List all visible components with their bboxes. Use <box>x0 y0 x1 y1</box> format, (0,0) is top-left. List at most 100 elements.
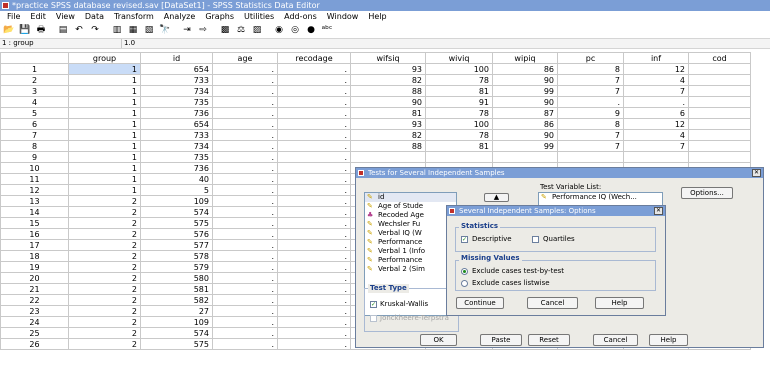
list-item[interactable]: ✎ Verbal 1 (Info <box>365 247 456 256</box>
data-cell[interactable] <box>557 151 624 163</box>
jonckheere-terpstra-checkbox[interactable] <box>370 315 377 322</box>
row-number[interactable]: 9 <box>0 151 69 163</box>
data-cell[interactable]: 82 <box>350 129 426 141</box>
data-cell[interactable]: 90 <box>350 96 426 108</box>
column-header-wiviq[interactable]: wiviq <box>425 52 493 64</box>
data-cell[interactable]: 2 <box>68 261 141 273</box>
move-variable-button[interactable]: ▲ <box>484 193 509 202</box>
data-cell[interactable]: . <box>212 184 278 196</box>
row-number[interactable]: 10 <box>0 162 69 174</box>
data-cell[interactable]: 7 <box>557 140 624 152</box>
data-cell[interactable]: . <box>277 184 351 196</box>
continue-button[interactable]: Continue <box>456 297 504 309</box>
show-all-variables-icon[interactable]: ● <box>304 25 318 37</box>
data-cell[interactable]: . <box>277 250 351 262</box>
data-cell[interactable]: 2 <box>68 283 141 295</box>
data-cell[interactable]: 1 <box>68 151 141 163</box>
exclude-listwise-radio[interactable] <box>461 280 468 287</box>
data-cell[interactable]: 100 <box>425 118 493 130</box>
list-item[interactable]: ✎ Verbal 2 (Sim <box>365 265 456 274</box>
data-cell[interactable]: 735 <box>140 151 213 163</box>
row-number[interactable]: 18 <box>0 250 69 262</box>
data-cell[interactable]: 733 <box>140 74 213 86</box>
data-cell[interactable]: 4 <box>623 74 689 86</box>
data-cell[interactable]: 12 <box>623 63 689 75</box>
close-icon[interactable]: ✕ <box>654 207 663 215</box>
row-number[interactable]: 23 <box>0 305 69 317</box>
data-cell[interactable] <box>688 118 751 130</box>
data-cell[interactable]: 2 <box>68 294 141 306</box>
row-number[interactable]: 13 <box>0 195 69 207</box>
data-cell[interactable] <box>623 151 689 163</box>
data-cell[interactable]: 1 <box>68 162 141 174</box>
data-cell[interactable]: . <box>277 272 351 284</box>
data-cell[interactable]: 81 <box>425 85 493 97</box>
data-cell[interactable]: . <box>212 118 278 130</box>
cell-value-input[interactable]: 1.0 <box>121 39 761 48</box>
list-item[interactable]: ✎ Verbal IQ (W <box>365 229 456 238</box>
data-cell[interactable]: 8 <box>557 63 624 75</box>
insert-variable-icon[interactable]: ⇨ <box>196 25 210 37</box>
list-item[interactable]: ✎ Performance <box>365 256 456 265</box>
data-cell[interactable]: 1 <box>68 129 141 141</box>
data-cell[interactable]: 2 <box>68 338 141 350</box>
data-cell[interactable]: 2 <box>68 316 141 328</box>
data-cell[interactable]: 8 <box>557 118 624 130</box>
data-cell[interactable]: 81 <box>350 107 426 119</box>
data-cell[interactable]: 93 <box>350 118 426 130</box>
data-cell[interactable]: 7 <box>557 85 624 97</box>
data-cell[interactable]: 1 <box>68 140 141 152</box>
data-cell[interactable]: 100 <box>425 63 493 75</box>
data-cell[interactable]: . <box>212 250 278 262</box>
data-cell[interactable]: . <box>212 129 278 141</box>
goto-variable-icon[interactable]: ▦ <box>126 25 140 37</box>
menu-file[interactable]: File <box>2 11 25 23</box>
data-cell[interactable] <box>688 96 751 108</box>
data-cell[interactable]: . <box>212 74 278 86</box>
menu-edit[interactable]: Edit <box>25 11 51 23</box>
data-cell[interactable]: . <box>212 338 278 350</box>
menu-transform[interactable]: Transform <box>109 11 159 23</box>
row-number[interactable]: 17 <box>0 239 69 251</box>
data-cell[interactable]: 577 <box>140 239 213 251</box>
data-cell[interactable]: . <box>277 140 351 152</box>
data-cell[interactable]: . <box>212 261 278 273</box>
data-cell[interactable]: 1 <box>68 74 141 86</box>
row-number[interactable]: 20 <box>0 272 69 284</box>
data-cell[interactable]: . <box>277 338 351 350</box>
menu-analyze[interactable]: Analyze <box>159 11 201 23</box>
column-header-id[interactable]: id <box>140 52 213 64</box>
variables-icon[interactable]: ▧ <box>142 25 156 37</box>
use-sets-icon[interactable]: ◎ <box>288 25 302 37</box>
row-number[interactable]: 12 <box>0 184 69 196</box>
data-cell[interactable]: 7 <box>623 140 689 152</box>
test-variable-list[interactable]: ✎ Performance IQ (Wech... <box>538 192 663 206</box>
save-icon[interactable]: 💾 <box>18 25 32 37</box>
data-cell[interactable] <box>688 107 751 119</box>
data-cell[interactable]: . <box>277 206 351 218</box>
weight-cases-icon[interactable]: ⚖ <box>234 25 248 37</box>
data-cell[interactable]: 575 <box>140 338 213 350</box>
data-cell[interactable] <box>688 129 751 141</box>
data-cell[interactable]: . <box>277 173 351 185</box>
row-number[interactable]: 8 <box>0 140 69 152</box>
data-cell[interactable]: 86 <box>492 63 558 75</box>
data-cell[interactable]: 2 <box>68 195 141 207</box>
data-cell[interactable]: . <box>277 294 351 306</box>
options-cancel-button[interactable]: Cancel <box>527 297 578 309</box>
data-cell[interactable]: . <box>212 85 278 97</box>
row-number[interactable]: 16 <box>0 228 69 240</box>
column-header-wipiq[interactable]: wipiq <box>492 52 558 64</box>
find-icon[interactable]: 🔭 <box>158 25 172 37</box>
data-cell[interactable]: 734 <box>140 140 213 152</box>
row-number[interactable]: 2 <box>0 74 69 86</box>
data-cell[interactable]: 78 <box>425 107 493 119</box>
menu-data[interactable]: Data <box>80 11 109 23</box>
close-icon[interactable]: ✕ <box>752 169 761 177</box>
data-cell[interactable]: 2 <box>68 228 141 240</box>
data-cell[interactable]: 2 <box>68 250 141 262</box>
data-cell[interactable]: 582 <box>140 294 213 306</box>
row-number[interactable]: 4 <box>0 96 69 108</box>
data-cell[interactable]: . <box>212 316 278 328</box>
value-labels-icon[interactable]: ◉ <box>272 25 286 37</box>
